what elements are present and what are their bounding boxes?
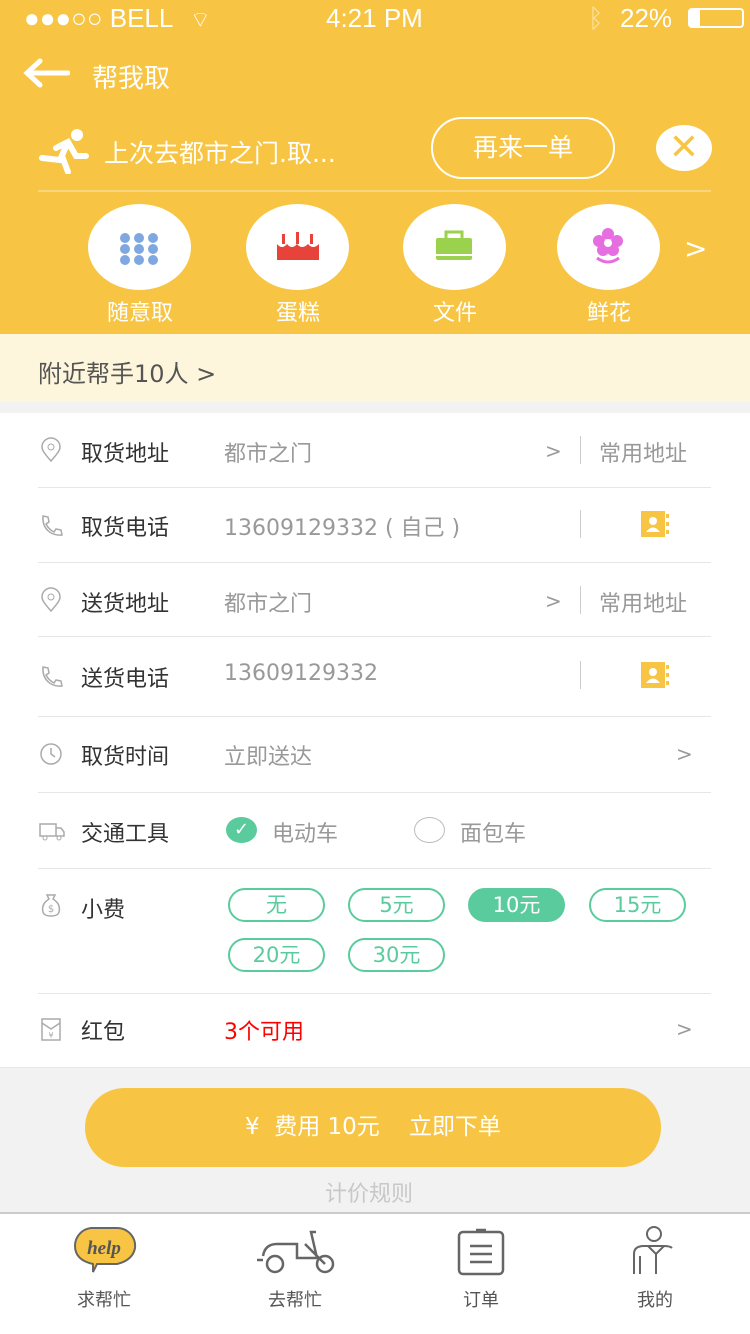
delivery-address-input[interactable]: 都市之门 xyxy=(224,586,312,618)
divider xyxy=(38,792,711,793)
divider xyxy=(38,993,711,994)
category-document[interactable] xyxy=(403,204,506,290)
tab-label: 我的 xyxy=(637,1290,673,1311)
tip-option-selected[interactable]: 10元 xyxy=(468,888,565,922)
contacts-icon[interactable] xyxy=(640,510,670,538)
tip-option[interactable]: 30元 xyxy=(348,938,445,972)
delivery-common-address-button[interactable]: 常用地址 xyxy=(599,586,687,618)
radio-van-icon[interactable] xyxy=(414,817,445,843)
chevron-right-icon[interactable]: > xyxy=(545,589,562,613)
tab-ask-help[interactable]: help 求帮忙 xyxy=(34,1226,174,1312)
tip-option[interactable]: 无 xyxy=(228,888,325,922)
chevron-right-icon[interactable]: > xyxy=(676,1017,693,1041)
vehicle-label: 交通工具 xyxy=(81,822,170,847)
delivery-phone-label: 送货电话 xyxy=(81,667,170,692)
nearby-helpers-text: 附近帮手10人 > xyxy=(38,360,217,388)
divider xyxy=(38,487,711,488)
vehicle-option-van[interactable]: 面包车 xyxy=(460,816,526,848)
divider xyxy=(580,510,581,538)
close-icon[interactable]: ✕ xyxy=(656,125,712,171)
category-flower[interactable] xyxy=(557,204,660,290)
reorder-button[interactable]: 再来一单 xyxy=(431,117,615,179)
nearby-helpers-bar[interactable]: 附近帮手10人 > xyxy=(0,334,750,402)
divider xyxy=(580,436,581,464)
pickup-phone-input[interactable]: 13609129332 ( 自己 ) xyxy=(224,510,460,542)
clipboard-icon xyxy=(457,1228,505,1276)
back-arrow-icon[interactable] xyxy=(22,58,70,88)
tab-go-help[interactable]: 去帮忙 xyxy=(225,1226,365,1312)
tip-option[interactable]: 15元 xyxy=(589,888,686,922)
svg-text:¥: ¥ xyxy=(48,1031,53,1040)
divider xyxy=(38,868,711,869)
divider xyxy=(38,636,711,637)
category-cake[interactable] xyxy=(246,204,349,290)
tip-option[interactable]: 20元 xyxy=(228,938,325,972)
bag-icon xyxy=(436,230,472,260)
chevron-right-icon[interactable]: > xyxy=(676,742,693,766)
category-label: 鲜花 xyxy=(586,301,631,326)
divider xyxy=(38,716,711,717)
tip-option[interactable]: 5元 xyxy=(348,888,445,922)
battery-icon xyxy=(688,8,744,28)
phone-icon xyxy=(42,666,63,687)
pickup-time-select[interactable]: 立即送达 xyxy=(224,739,312,771)
phone-icon xyxy=(42,515,63,536)
category-label: 蛋糕 xyxy=(275,301,320,326)
pickup-common-address-button[interactable]: 常用地址 xyxy=(599,436,687,468)
scooter-icon xyxy=(257,1230,335,1274)
radio-ebike-checked-icon[interactable]: ✓ xyxy=(226,817,257,843)
chevron-right-icon[interactable]: > xyxy=(545,439,562,463)
red-packet-label: 红包 xyxy=(81,1020,126,1045)
user-icon xyxy=(633,1226,673,1274)
flower-icon xyxy=(593,228,623,264)
categories-more-chevron[interactable]: > xyxy=(684,232,707,265)
cake-icon xyxy=(277,232,319,260)
bluetooth-icon: ᛒ xyxy=(588,3,604,33)
place-order-button[interactable]: ¥ 费用 10元 立即下单 xyxy=(85,1088,661,1167)
delivery-address-label: 送货地址 xyxy=(81,592,170,617)
last-order-text: 上次去都市之门.取... xyxy=(104,139,336,168)
tip-label: 小费 xyxy=(81,898,126,923)
spacer xyxy=(0,402,750,413)
pickup-phone-label: 取货电话 xyxy=(81,516,170,541)
truck-icon xyxy=(39,823,65,841)
divider xyxy=(38,190,711,192)
category-label: 文件 xyxy=(432,301,477,326)
page-title: 帮我取 xyxy=(92,64,171,94)
pricing-rules-link[interactable]: 计价规则 xyxy=(0,1176,738,1208)
red-packet-icon: ¥ xyxy=(41,1018,61,1041)
red-packet-available[interactable]: 3个可用 xyxy=(224,1014,304,1046)
tab-orders[interactable]: 订单 xyxy=(411,1226,551,1312)
money-bag-icon: $ xyxy=(41,894,61,917)
help-bubble-icon: help xyxy=(73,1226,137,1273)
header-area: ●●●○○ BELL ⌔ 4:21 PM ᛒ 22% 帮我取 上次去都市之门.取… xyxy=(0,0,750,334)
wifi-icon: ⌔ xyxy=(190,8,211,33)
location-pin-icon xyxy=(41,587,61,613)
tab-label: 订单 xyxy=(463,1290,499,1311)
carrier: ●●●○○ BELL xyxy=(24,3,174,33)
pickup-address-label: 取货地址 xyxy=(81,442,170,467)
pickup-time-label: 取货时间 xyxy=(81,745,170,770)
divider xyxy=(580,586,581,614)
svg-text:$: $ xyxy=(48,904,54,915)
category-anything[interactable] xyxy=(88,204,191,290)
clock: 4:21 PM xyxy=(326,3,423,33)
contacts-icon[interactable] xyxy=(640,661,670,689)
battery-percent: 22% xyxy=(620,3,673,33)
location-pin-icon xyxy=(41,437,61,463)
divider xyxy=(38,562,711,563)
tab-label: 去帮忙 xyxy=(268,1290,322,1311)
clock-icon xyxy=(40,743,62,765)
pickup-address-input[interactable]: 都市之门 xyxy=(224,436,312,468)
running-man-icon xyxy=(39,129,89,174)
category-label: 随意取 xyxy=(106,301,173,326)
divider xyxy=(580,661,581,689)
delivery-phone-input[interactable]: 13609129332 xyxy=(224,661,378,686)
grid-icon xyxy=(120,233,158,265)
tab-label: 求帮忙 xyxy=(77,1290,131,1311)
vehicle-option-ebike[interactable]: 电动车 xyxy=(272,816,338,848)
svg-text:help: help xyxy=(87,1238,121,1259)
tab-mine[interactable]: 我的 xyxy=(585,1226,725,1312)
